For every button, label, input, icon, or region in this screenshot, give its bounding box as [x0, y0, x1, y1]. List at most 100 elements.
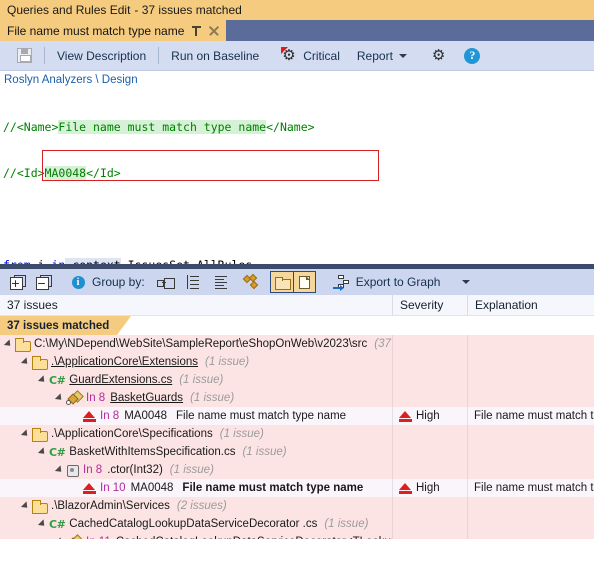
view-mode-file-button[interactable] [292, 272, 315, 292]
explanation-cell [467, 371, 594, 389]
table-row[interactable]: C:\My\NDepend\WebSite\SampleReport\eShop… [0, 335, 594, 353]
column-header-explanation[interactable]: Explanation [468, 295, 594, 316]
issue-cell[interactable]: C:\My\NDepend\WebSite\SampleReport\eShop… [0, 335, 392, 353]
expander-triangle-icon[interactable] [54, 465, 65, 475]
table-row[interactable]: C# GuardExtensions.cs (1 issue) [0, 371, 594, 389]
code-token-id-open: //<Id> [3, 166, 45, 181]
code-line-1: //<Name>File name must match type name</… [3, 119, 594, 135]
run-on-baseline-button[interactable]: Run on Baseline [162, 44, 268, 68]
group-custom-button[interactable] [241, 271, 263, 293]
expander-triangle-icon[interactable] [3, 339, 14, 349]
table-row[interactable]: In 10 MA0048 File name must match type nam… [0, 479, 594, 497]
code-token-id-text: MA0048 [44, 166, 87, 181]
table-row[interactable]: In 11 CachedCatalogLookupDataServiceDecor… [0, 533, 594, 539]
expand-all-button[interactable]: + [7, 271, 29, 293]
report-label: Report [356, 48, 393, 63]
expander-triangle-icon[interactable] [20, 429, 31, 439]
expander-triangle-icon[interactable] [37, 447, 48, 457]
issue-cell[interactable]: .\BlazorAdmin\Services (2 issues) [0, 497, 392, 515]
issue-cell[interactable]: .\ApplicationCore\Extensions (1 issue) [0, 353, 392, 371]
code-token-context-rest: .IssuesSet.AllRules [121, 258, 253, 264]
gear-warning-icon: ⚙ [281, 46, 296, 64]
folder-icon [32, 356, 48, 370]
issue-cell[interactable]: .\ApplicationCore\Specifications (1 issue… [0, 425, 392, 443]
expander-triangle-icon[interactable] [37, 375, 48, 385]
toolbar-separator [158, 47, 160, 64]
table-row[interactable]: In 8 BasketGuards (1 issue) [0, 389, 594, 407]
issue-cell[interactable]: C# GuardExtensions.cs (1 issue) [0, 371, 392, 389]
grid-header: 37 issues Severity Explanation [0, 294, 594, 316]
code-token-id-close: </Id> [86, 166, 121, 181]
severity-cell [392, 461, 467, 479]
explanation-cell [467, 353, 594, 371]
table-row[interactable]: .\BlazorAdmin\Services (2 issues) [0, 497, 594, 515]
method-icon [66, 464, 79, 477]
code-line-2: //<Id>MA0048</Id> [3, 166, 594, 181]
save-button[interactable] [8, 44, 41, 68]
critical-label: Critical [303, 48, 340, 63]
toolbar-separator [44, 47, 45, 64]
table-row[interactable]: C# BasketWithItemsSpecification.cs (1 issu… [0, 443, 594, 461]
issue-count: (37 i... [374, 338, 392, 350]
group-custom-icon [242, 273, 260, 290]
window-subtitle: - 37 issues matched [134, 2, 242, 17]
group-none-button[interactable] [154, 271, 178, 293]
tab-file-name-must-match-type-name[interactable]: File name must match type name [0, 20, 227, 41]
group-flat-button[interactable] [212, 271, 232, 293]
issue-cell[interactable]: In 11 CachedCatalogLookupDataServiceDecor… [0, 533, 392, 539]
severity-cell [392, 533, 467, 539]
code-token-name-close: </Name> [266, 119, 315, 134]
info-icon: i [71, 275, 85, 289]
severity-cell [392, 497, 467, 515]
table-row[interactable]: In 8 MA0048 File name must match type name… [0, 407, 594, 425]
column-header-severity[interactable]: Severity [393, 295, 467, 316]
group-by-info[interactable]: i [68, 271, 88, 293]
issue-cell[interactable]: In 8 BasketGuards (1 issue) [0, 389, 392, 407]
settings-button[interactable]: ⚙ [416, 44, 454, 68]
expander-triangle-icon[interactable] [37, 519, 48, 529]
severity-cell [392, 335, 467, 353]
table-row[interactable]: .\ApplicationCore\Specifications (1 issue… [0, 425, 594, 443]
issues-tree[interactable]: C:\My\NDepend\WebSite\SampleReport\eShop… [0, 335, 594, 539]
help-button[interactable]: ? [454, 44, 489, 68]
folder-icon [274, 276, 291, 290]
issue-message: File name must match type name [176, 410, 347, 422]
explanation-cell [467, 389, 594, 407]
expander-triangle-icon[interactable] [20, 501, 31, 511]
issue-cell[interactable]: In 10 MA0048 File name must match type nam… [0, 479, 392, 497]
issue-count: (1 issue) [169, 464, 214, 476]
code-token-name-open: //<Name> [3, 119, 59, 134]
table-row[interactable]: In 8 .ctor(Int32) (1 issue) [0, 461, 594, 479]
code-token-name-text: File name must match type name [58, 119, 267, 134]
view-description-button[interactable]: View Description [48, 44, 155, 68]
close-icon[interactable] [208, 25, 220, 37]
export-to-graph-label: Export to Graph [355, 275, 441, 289]
collapse-all-button[interactable]: − [33, 271, 55, 293]
report-button[interactable]: Report [349, 44, 416, 68]
view-mode-folder-button[interactable] [271, 272, 293, 292]
issue-count: (1 issue) [242, 446, 287, 458]
group-tree-button[interactable] [184, 271, 204, 293]
table-row[interactable]: C# CachedCatalogLookupDataServiceDecorato… [0, 515, 594, 533]
csharp-file-icon: C# [49, 373, 66, 387]
issue-cell[interactable]: In 8 MA0048 File name must match type name [0, 407, 392, 425]
issue-cell[interactable]: In 8 .ctor(Int32) (1 issue) [0, 461, 392, 479]
breadcrumb[interactable]: Roslyn Analyzers \ Design [0, 71, 594, 88]
issue-cell[interactable]: C# BasketWithItemsSpecification.cs (1 issu… [0, 443, 392, 461]
expander-triangle-icon[interactable] [54, 537, 65, 539]
critical-button[interactable]: ⚙ Critical [268, 44, 349, 68]
column-header-issues[interactable]: 37 issues [0, 295, 392, 316]
table-row[interactable]: .\ApplicationCore\Extensions (1 issue) [0, 353, 594, 371]
line-number: In 8 [100, 410, 120, 422]
export-dropdown-button[interactable] [456, 271, 476, 293]
code-editor[interactable]: //<Name>File name must match type name</… [0, 88, 594, 264]
severity-cell [392, 425, 467, 443]
pin-icon[interactable] [191, 25, 202, 37]
expander-triangle-icon[interactable] [54, 393, 65, 403]
severity-high-icon [399, 410, 412, 422]
export-to-graph-button[interactable] [330, 271, 352, 293]
code-line-4: from i in context.IssuesSet.AllRules [3, 258, 594, 264]
tab-label: File name must match type name [7, 23, 185, 38]
expander-triangle-icon[interactable] [20, 357, 31, 367]
issue-cell[interactable]: C# CachedCatalogLookupDataServiceDecorato… [0, 515, 392, 533]
